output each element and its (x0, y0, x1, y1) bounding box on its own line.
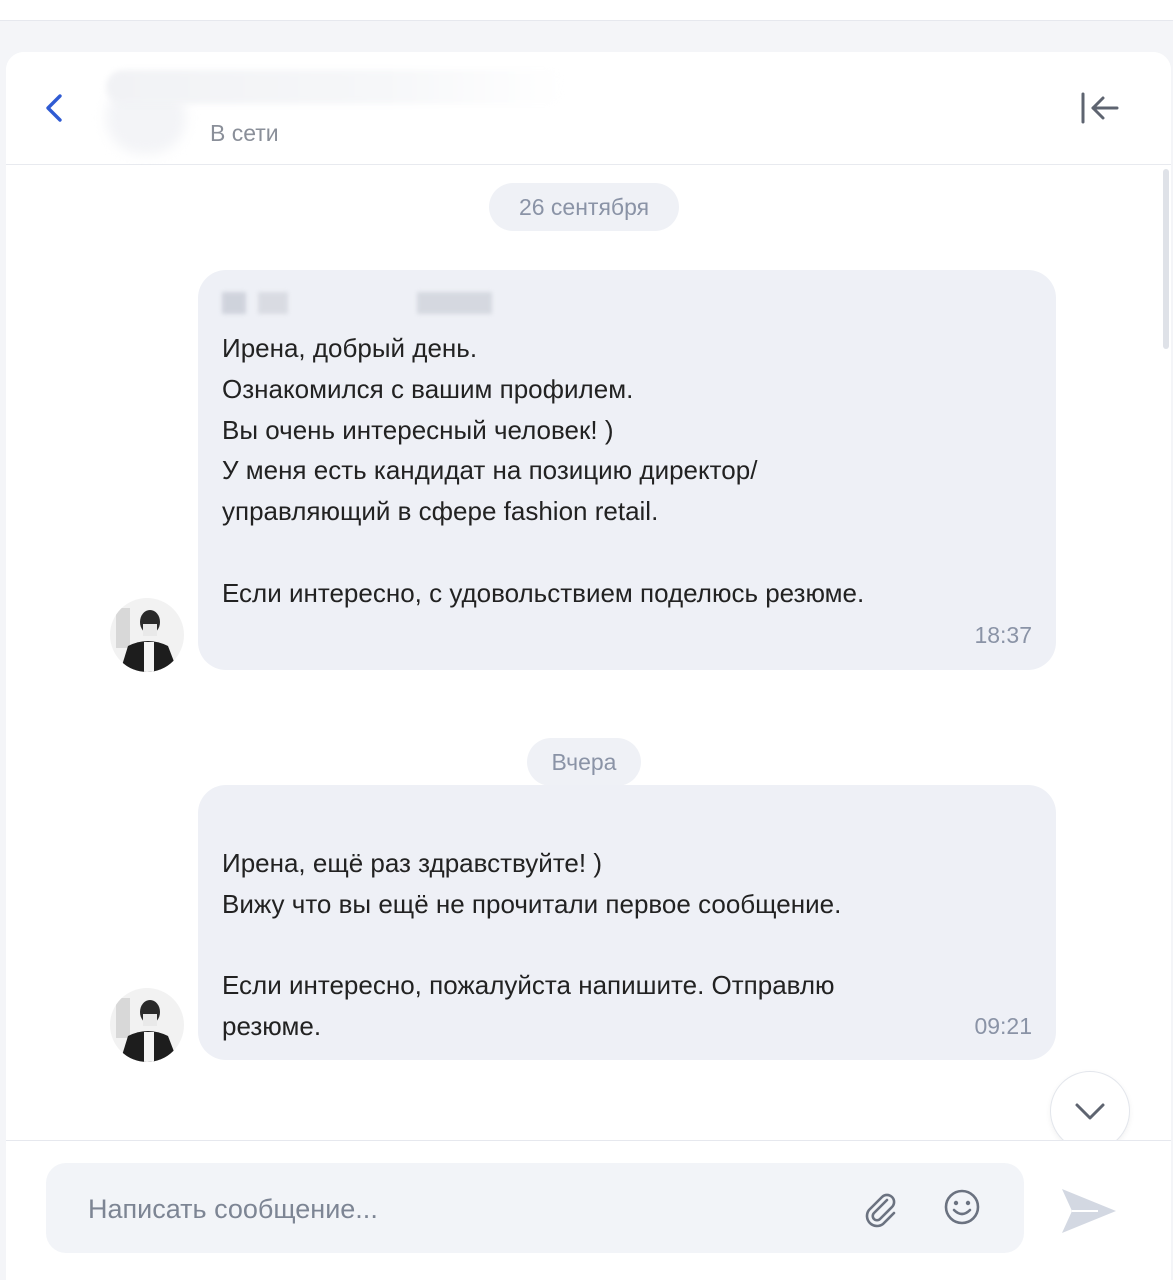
chat-panel: В сети 26 сентября Ирена, добрый день. О… (6, 52, 1171, 1280)
sender-avatar[interactable] (110, 988, 184, 1062)
smiley-icon (944, 1189, 980, 1225)
contact-status: В сети (210, 120, 279, 146)
composer-box (46, 1163, 1024, 1255)
scrollbar-thumb[interactable] (1163, 169, 1169, 349)
sender-avatar[interactable] (110, 598, 184, 672)
paperclip-icon (865, 1193, 896, 1228)
collapse-panel-button[interactable] (1077, 88, 1123, 128)
emoji-button[interactable] (942, 1187, 982, 1227)
avatar-photo (110, 598, 184, 672)
window-top-strip (0, 0, 1173, 21)
scroll-down-button[interactable] (1050, 1071, 1130, 1140)
composer-bar (6, 1140, 1171, 1280)
back-button[interactable] (36, 88, 76, 128)
avatar-photo (110, 988, 184, 1062)
date-separator: 26 сентября (489, 183, 679, 231)
chevron-down-icon (1075, 1103, 1105, 1120)
attach-button[interactable] (860, 1188, 900, 1228)
message-list[interactable]: 26 сентября Ирена, добрый день. Ознакоми… (6, 165, 1171, 1140)
send-button[interactable] (1058, 1183, 1120, 1239)
date-separator: Вчера (527, 738, 641, 786)
contact-name-blurred[interactable] (106, 70, 566, 104)
chat-header: В сети (6, 52, 1171, 165)
collapse-panel-icon (1081, 92, 1119, 124)
message-time: 09:21 (974, 1013, 1032, 1039)
message-text: Ирена, ещё раз здравствуйте! ) Вижу что … (222, 848, 842, 1042)
message-text: Ирена, добрый день. Ознакомился с вашим … (222, 333, 865, 608)
message-bubble[interactable]: Ирена, добрый день. Ознакомился с вашим … (198, 270, 1056, 670)
chevron-left-icon (46, 94, 62, 122)
message-input[interactable] (86, 1163, 830, 1255)
sender-name-blurred (222, 292, 522, 314)
message-time: 18:37 (974, 622, 1032, 648)
message-bubble[interactable]: Ирена, ещё раз здравствуйте! ) Вижу что … (198, 785, 1056, 1060)
send-icon (1062, 1189, 1116, 1233)
